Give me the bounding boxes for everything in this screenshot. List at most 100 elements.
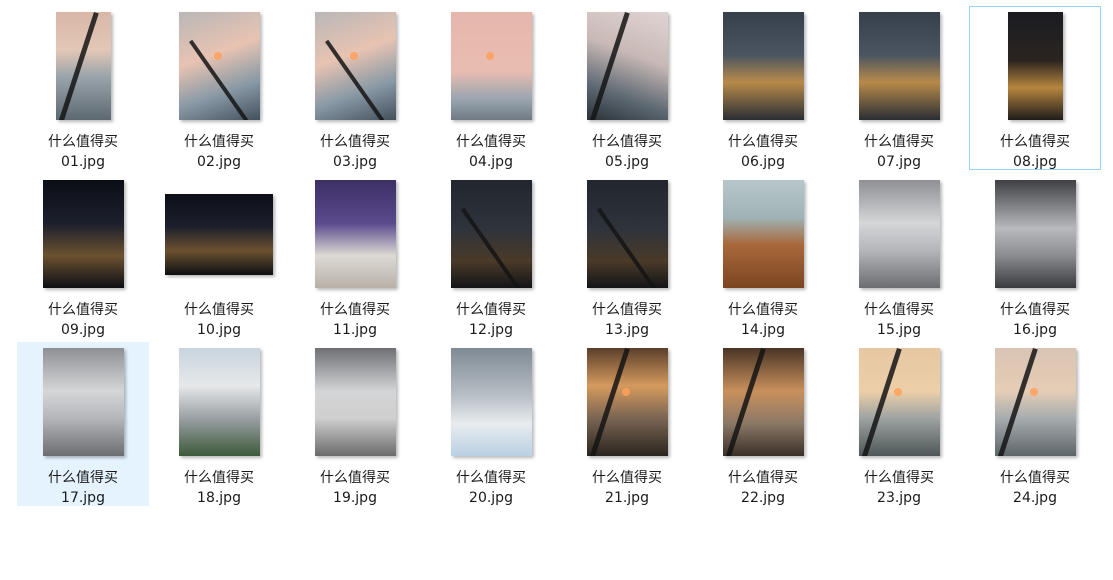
file-item[interactable]: 什么值得买 21.jpg [561,342,693,506]
file-name: 什么值得买 05.jpg [564,132,690,172]
photo-thumbnail-icon [1007,12,1063,120]
file-item[interactable]: 什么值得买 18.jpg [153,342,285,506]
file-name-line-2: 23.jpg [877,490,921,506]
file-name: 什么值得买 11.jpg [292,300,418,340]
file-name-line-2: 05.jpg [605,154,649,170]
file-name-line-1: 什么值得买 [48,134,118,150]
file-name: 什么值得买 20.jpg [428,468,554,508]
thumbnail-frame [18,175,148,293]
photo-thumbnail-icon [178,348,260,456]
file-name: 什么值得买 06.jpg [700,132,826,172]
file-item[interactable]: 什么值得买 14.jpg [697,174,829,338]
thumbnail-frame [154,343,284,461]
photo-thumbnail-icon [165,193,273,275]
file-item[interactable]: 什么值得买 01.jpg [17,6,149,170]
window-frame-line [586,12,630,120]
file-name-line-2: 14.jpg [741,322,785,338]
thumbnail-frame [154,175,284,293]
window-frame-line [460,207,522,288]
file-name-line-2: 18.jpg [197,490,241,506]
file-item[interactable]: 什么值得买 10.jpg [153,174,285,338]
file-name-line-1: 什么值得买 [184,470,254,486]
thumbnail-frame [698,175,828,293]
file-name-line-2: 21.jpg [605,490,649,506]
file-name-line-2: 17.jpg [61,490,105,506]
file-name-line-1: 什么值得买 [456,470,526,486]
photo-thumbnail-icon [722,180,804,288]
file-name-line-2: 06.jpg [741,154,785,170]
file-name-line-1: 什么值得买 [320,302,390,318]
file-name-line-2: 04.jpg [469,154,513,170]
thumbnail-frame [834,175,964,293]
file-name-line-2: 03.jpg [333,154,377,170]
sun-glow [1029,388,1038,396]
file-grid: 什么值得买 01.jpg 什么值得买 02.jpg 什么值得买 03.jpg 什么值得买 04… [17,6,1107,506]
file-item[interactable]: 什么值得买 12.jpg [425,174,557,338]
file-item[interactable]: 什么值得买 20.jpg [425,342,557,506]
file-name-line-1: 什么值得买 [184,134,254,150]
thumbnail-frame [18,343,148,461]
file-name-line-2: 19.jpg [333,490,377,506]
file-item[interactable]: 什么值得买 06.jpg [697,6,829,170]
file-item[interactable]: 什么值得买 09.jpg [17,174,149,338]
window-frame-line [994,348,1038,456]
file-name-line-2: 20.jpg [469,490,513,506]
file-name: 什么值得买 14.jpg [700,300,826,340]
file-item[interactable]: 什么值得买 24.jpg [969,342,1101,506]
file-item[interactable]: 什么值得买 17.jpg [17,342,149,506]
window-frame-line [596,207,658,288]
file-item[interactable]: 什么值得买 19.jpg [289,342,421,506]
file-item[interactable]: 什么值得买 05.jpg [561,6,693,170]
photo-thumbnail-icon [722,348,804,456]
sun-glow [485,52,494,60]
file-name-line-2: 09.jpg [61,322,105,338]
thumbnail-frame [154,7,284,125]
file-name-line-1: 什么值得买 [48,470,118,486]
file-name: 什么值得买 03.jpg [292,132,418,172]
file-name: 什么值得买 19.jpg [292,468,418,508]
file-name-line-2: 22.jpg [741,490,785,506]
file-item[interactable]: 什么值得买 13.jpg [561,174,693,338]
file-name-line-1: 什么值得买 [864,302,934,318]
thumbnail-frame [290,7,420,125]
file-name-line-1: 什么值得买 [592,134,662,150]
file-name: 什么值得买 24.jpg [972,468,1098,508]
file-name-line-1: 什么值得买 [48,302,118,318]
thumbnail-frame [562,343,692,461]
window-frame-line [858,348,902,456]
file-name: 什么值得买 02.jpg [156,132,282,172]
file-name-line-2: 08.jpg [1013,154,1057,170]
file-name: 什么值得买 22.jpg [700,468,826,508]
file-item[interactable]: 什么值得买 11.jpg [289,174,421,338]
file-item[interactable]: 什么值得买 07.jpg [833,6,965,170]
photo-thumbnail-icon [42,180,124,288]
file-item[interactable]: 什么值得买 04.jpg [425,6,557,170]
file-item[interactable]: 什么值得买 16.jpg [969,174,1101,338]
file-item[interactable]: 什么值得买 15.jpg [833,174,965,338]
file-name-line-1: 什么值得买 [728,134,798,150]
file-name-line-2: 01.jpg [61,154,105,170]
file-name: 什么值得买 13.jpg [564,300,690,340]
sun-glow [349,52,358,60]
file-name-line-2: 11.jpg [333,322,377,338]
photo-thumbnail-icon [450,12,532,120]
file-name: 什么值得买 01.jpg [20,132,146,172]
thumbnail-frame [290,343,420,461]
photo-thumbnail-icon [42,348,124,456]
file-name: 什么值得买 07.jpg [836,132,962,172]
thumbnail-frame [562,7,692,125]
file-name-line-2: 10.jpg [197,322,241,338]
photo-thumbnail-icon [55,12,111,120]
photo-thumbnail-icon [994,348,1076,456]
file-name-line-2: 13.jpg [605,322,649,338]
file-item[interactable]: 什么值得买 03.jpg [289,6,421,170]
file-name-line-1: 什么值得买 [592,470,662,486]
file-item[interactable]: 什么值得买 22.jpg [697,342,829,506]
file-name: 什么值得买 15.jpg [836,300,962,340]
file-item[interactable]: 什么值得买 08.jpg [969,6,1101,170]
thumbnail-frame [426,175,556,293]
file-item[interactable]: 什么值得买 02.jpg [153,6,285,170]
photo-thumbnail-icon [450,180,532,288]
file-name-line-2: 15.jpg [877,322,921,338]
file-item[interactable]: 什么值得买 23.jpg [833,342,965,506]
